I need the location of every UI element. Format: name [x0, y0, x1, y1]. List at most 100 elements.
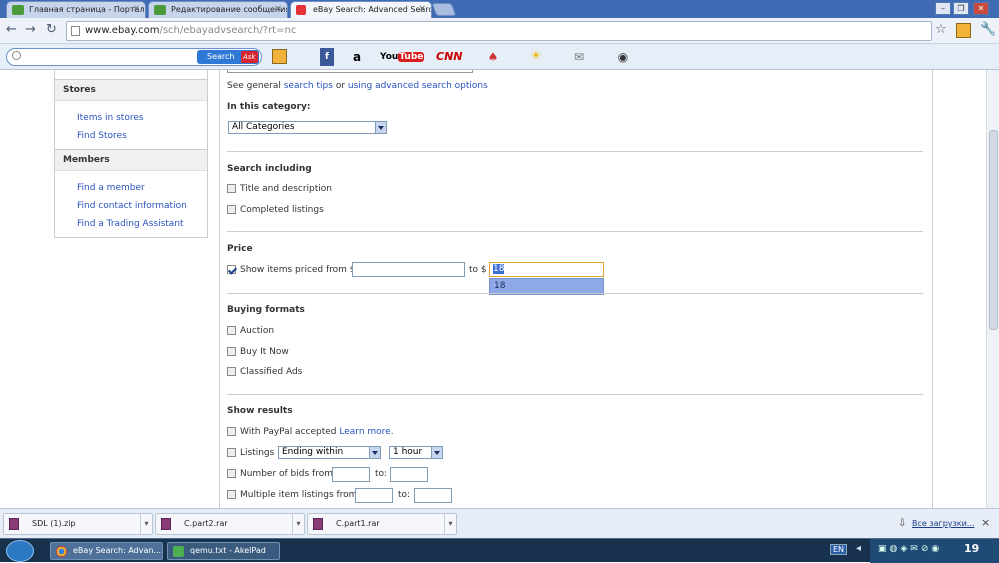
youtube-icon[interactable]: YouTube	[380, 48, 425, 66]
chevron-down-icon[interactable]: ▾	[292, 514, 304, 534]
tab-portal[interactable]: Главная страница - Портал ×	[6, 1, 146, 18]
category-select[interactable]: All Categories	[228, 121, 387, 134]
left-sidebar: Stores Items in stores Find Stores Membe…	[54, 70, 208, 238]
taskbar-item-akelpad[interactable]: qemu.txt - AkelPad	[167, 542, 280, 560]
toolbar-search-button[interactable]: Search Ask	[197, 50, 259, 64]
url-path: /sch/ebayadvsearch/?rt=nc	[159, 25, 297, 36]
search-icon	[12, 51, 21, 60]
keyword-input[interactable]	[227, 70, 473, 73]
sidebar-link-items-in-stores[interactable]: Items in stores	[77, 113, 144, 123]
chevron-down-icon	[431, 447, 442, 458]
section-divider	[227, 293, 923, 294]
restore-button[interactable]: ❐	[953, 2, 969, 15]
multiple-to-input[interactable]	[414, 488, 452, 503]
akelpad-icon	[173, 546, 184, 557]
rar-file-icon	[161, 518, 171, 530]
games-icon[interactable]: ♠	[484, 48, 502, 66]
radar-icon[interactable]: ◉	[612, 48, 634, 66]
listings-label: Listings	[240, 448, 275, 458]
weather-icon[interactable]: ☀	[528, 48, 544, 66]
clock[interactable]: 19	[964, 542, 979, 555]
wrench-menu-icon[interactable]: 🔧	[980, 23, 996, 37]
facebook-icon[interactable]: f	[320, 48, 334, 66]
close-window-button[interactable]: ✕	[973, 2, 989, 15]
price-range-label: Show items priced from $	[240, 265, 356, 275]
listings-time-select[interactable]: 1 hour	[389, 446, 443, 459]
sidebar-link-find-member[interactable]: Find a member	[77, 183, 145, 193]
buying-formats-header: Buying formats	[227, 305, 305, 315]
title-description-checkbox[interactable]	[227, 184, 236, 193]
advanced-options-link[interactable]: using advanced search options	[348, 81, 488, 91]
auction-checkbox[interactable]	[227, 326, 236, 335]
notes-icon[interactable]	[272, 49, 287, 64]
ask-toolbar: Search Ask f a YouTube CNN ♠ ☀ ✉ ◉	[0, 44, 999, 70]
taskbar-item-chrome[interactable]: eBay Search: Advan...	[50, 542, 163, 560]
toolbar-search-label: Search	[207, 52, 235, 61]
back-icon[interactable]: ←	[6, 23, 17, 37]
close-tab-icon[interactable]: ×	[132, 2, 140, 17]
price-to-input[interactable]: 18	[489, 262, 604, 277]
sidebar-link-find-contact[interactable]: Find contact information	[77, 201, 187, 211]
close-download-bar-icon[interactable]: ×	[981, 516, 990, 529]
search-tips-line: See general search tips or using advance…	[227, 81, 488, 91]
learn-more-link[interactable]: Learn more.	[339, 427, 393, 437]
start-button[interactable]	[6, 540, 34, 562]
download-bar: SDL (1).zip ▾ C.part2.rar ▾ C.part1.rar …	[0, 508, 999, 538]
tray-icons[interactable]: ▣◍◈✉⊘◉	[878, 544, 942, 554]
section-divider	[227, 231, 923, 232]
close-tab-icon[interactable]: ×	[274, 2, 282, 17]
classified-ads-label: Classified Ads	[240, 367, 303, 377]
sidebar-header-members: Members	[55, 149, 207, 171]
chrome-icon	[56, 546, 67, 557]
bids-from-input[interactable]	[332, 467, 370, 482]
price-from-input[interactable]	[352, 262, 465, 277]
search-tips-link[interactable]: search tips	[284, 81, 333, 91]
paypal-checkbox[interactable]	[227, 427, 236, 436]
tab-ebay-search[interactable]: eBay Search: Advanced Searc ×	[290, 1, 432, 18]
sidebar-link-trading-assistant[interactable]: Find a Trading Assistant	[77, 219, 184, 229]
search-tips-or: or	[335, 81, 346, 91]
column-divider	[219, 70, 220, 508]
new-tab-button[interactable]	[431, 3, 457, 16]
chevron-down-icon[interactable]: ▾	[140, 514, 152, 534]
mail-icon[interactable]: ✉	[570, 48, 588, 66]
buy-it-now-checkbox[interactable]	[227, 347, 236, 356]
bids-to-label: to:	[375, 469, 388, 479]
bids-to-input[interactable]	[390, 467, 428, 482]
multiple-items-checkbox[interactable]	[227, 490, 236, 499]
bids-checkbox[interactable]	[227, 469, 236, 478]
classified-ads-checkbox[interactable]	[227, 367, 236, 376]
listings-checkbox[interactable]	[227, 448, 236, 457]
listings-select[interactable]: Ending within	[278, 446, 381, 459]
bookmark-star-icon[interactable]: ☆	[935, 23, 947, 37]
scrollbar-thumb[interactable]	[989, 130, 998, 330]
amazon-icon[interactable]: a	[351, 48, 363, 66]
download-item[interactable]: C.part2.rar ▾	[155, 513, 305, 535]
autocomplete-suggestion-text: 18	[494, 281, 506, 291]
language-indicator[interactable]: EN	[830, 544, 848, 555]
download-filename: SDL (1).zip	[32, 519, 76, 528]
download-item[interactable]: SDL (1).zip ▾	[3, 513, 153, 535]
toolbar-search-input[interactable]: Search Ask	[6, 48, 262, 66]
forward-icon[interactable]: →	[25, 23, 36, 37]
address-bar[interactable]: www.ebay.com/sch/ebayadvsearch/?rt=nc	[66, 21, 932, 41]
download-item[interactable]: C.part1.rar ▾	[307, 513, 457, 535]
show-all-downloads-link[interactable]: Все загрузки...	[912, 519, 974, 528]
listings-select-value: Ending within	[282, 447, 344, 457]
show-hidden-icons-icon[interactable]: ◂	[856, 543, 861, 554]
cnn-icon[interactable]: CNN	[436, 48, 463, 66]
page-content: Stores Items in stores Find Stores Membe…	[0, 70, 999, 508]
reload-icon[interactable]: ↻	[46, 23, 57, 37]
tab-edit-message[interactable]: Редактирование сообщения ×	[148, 1, 288, 18]
minimize-button[interactable]: –	[935, 2, 951, 15]
section-divider	[227, 151, 923, 152]
price-range-checkbox[interactable]	[227, 265, 236, 274]
extension-icon[interactable]	[956, 23, 971, 38]
chevron-down-icon[interactable]: ▾	[444, 514, 456, 534]
multiple-from-input[interactable]	[355, 488, 393, 503]
sidebar-link-find-stores[interactable]: Find Stores	[77, 131, 127, 141]
page-scrollbar[interactable]	[986, 70, 999, 508]
site-favicon-icon	[12, 5, 24, 15]
close-tab-icon[interactable]: ×	[418, 2, 426, 17]
completed-listings-checkbox[interactable]	[227, 205, 236, 214]
